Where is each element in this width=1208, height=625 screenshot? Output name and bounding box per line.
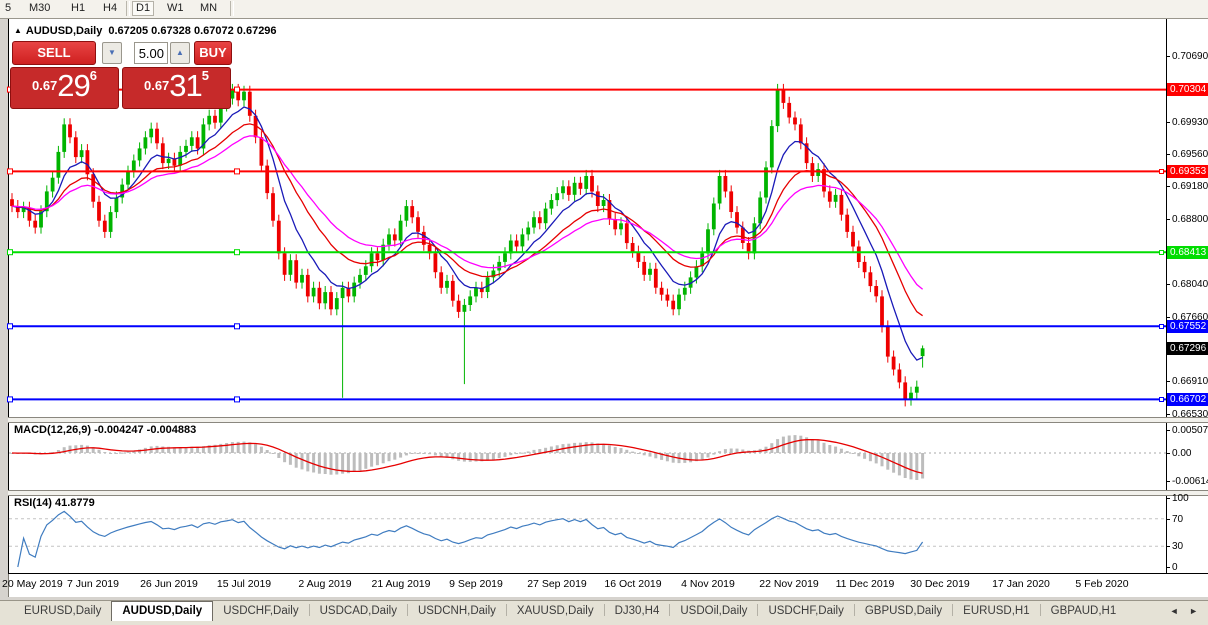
buy-price-big-digits: 31: [169, 68, 202, 103]
macd-axis-tick: 0.005076: [1172, 425, 1208, 436]
date-axis-label: 4 Nov 2019: [681, 578, 735, 590]
date-axis-label: 27 Sep 2019: [527, 578, 587, 590]
price-axis-tick-mark: [1166, 186, 1170, 187]
price-axis-tick: 0.70690: [1172, 51, 1208, 62]
price-axis-tick-mark: [1166, 154, 1170, 155]
price-axis-tick: 0.66910: [1172, 376, 1208, 387]
date-axis-label: 7 Jun 2019: [67, 578, 119, 590]
date-axis-label: 26 Jun 2019: [140, 578, 198, 590]
rsi-axis-tick: 70: [1172, 514, 1184, 525]
price-axis-tick-mark: [1166, 414, 1170, 415]
price-line-label-0.68413[interactable]: 0.68413: [1167, 246, 1208, 259]
rsi-axis-tick-mark: [1166, 546, 1170, 547]
date-axis-label: 15 Jul 2019: [216, 578, 272, 590]
line-axis-handle[interactable]: [1159, 397, 1164, 402]
price-axis-tick-mark: [1166, 381, 1170, 382]
line-axis-handle[interactable]: [1159, 250, 1164, 255]
buy-price-display[interactable]: 0.67315: [122, 67, 231, 109]
macd-axis-tick-mark: [1166, 430, 1170, 431]
sell-price-display[interactable]: 0.67296: [10, 67, 119, 109]
price-line-label-0.69353[interactable]: 0.69353: [1167, 165, 1208, 178]
chart-ohlc-values: 0.67205 0.67328 0.67072 0.67296: [108, 25, 277, 37]
macd-signal-line: [11, 438, 923, 474]
date-axis-label: 21 Aug 2019: [371, 578, 431, 590]
rsi-axis-tick: 100: [1172, 493, 1189, 504]
price-axis-tick: 0.69180: [1172, 181, 1208, 192]
rsi-axis-tick-mark: [1166, 567, 1170, 568]
rsi-indicator-label: RSI(14) 41.8779: [14, 497, 95, 509]
sell-price-pip: 6: [89, 68, 98, 83]
price-axis-tick: 0.68800: [1172, 214, 1208, 225]
price-axis-tick-mark: [1166, 56, 1170, 57]
sell-price-big-digits: 29: [57, 68, 90, 103]
date-axis-label: 17 Jan 2020: [992, 578, 1050, 590]
candles-layer: [10, 83, 925, 407]
macd-axis-tick: -0.006143: [1172, 476, 1208, 487]
price-axis-tick-mark: [1166, 219, 1170, 220]
date-axis-label: 20 May 2019: [2, 578, 63, 590]
price-axis-tick-mark: [1166, 284, 1170, 285]
date-axis-label: 30 Dec 2019: [910, 578, 970, 590]
rsi-axis-tick-mark: [1166, 519, 1170, 520]
buy-button[interactable]: BUY: [194, 41, 232, 65]
chart-title: ▲ AUDUSD,Daily 0.67205 0.67328 0.67072 0.6…: [14, 25, 277, 37]
current-price-label: 0.67296: [1167, 342, 1208, 355]
buy-price-prefix: 0.67: [143, 78, 170, 93]
price-line-label-0.66702[interactable]: 0.66702: [1167, 393, 1208, 406]
date-axis-label: 2 Aug 2019: [298, 578, 352, 590]
price-axis-tick-mark: [1166, 122, 1170, 123]
line-axis-handle[interactable]: [1159, 324, 1164, 329]
date-axis-label: 5 Feb 2020: [1075, 578, 1129, 590]
rsi-axis-tick-mark: [1166, 498, 1170, 499]
date-axis-label: 9 Sep 2019: [449, 578, 503, 590]
date-axis-label: 16 Oct 2019: [604, 578, 662, 590]
macd-axis-tick: 0.00: [1172, 448, 1192, 459]
volume-increase-button[interactable]: ▲: [170, 42, 190, 64]
chart-symbol-label: AUDUSD,Daily: [25, 25, 103, 37]
macd-indicator-label: MACD(12,26,9) -0.004247 -0.004883: [14, 424, 197, 436]
moving-average-8: [11, 106, 923, 361]
macd-histogram: [10, 435, 925, 480]
one-click-trading-toggle-icon[interactable]: ▲: [14, 26, 22, 35]
moving-average-26: [11, 135, 924, 290]
price-line-label-0.70304[interactable]: 0.70304: [1167, 83, 1208, 96]
one-click-trading-panel: SELL ▼ ▲ BUY 0.67296 0.67315: [10, 41, 232, 109]
volume-input[interactable]: [134, 42, 168, 64]
rsi-line: [17, 510, 924, 568]
price-axis-tick: 0.68040: [1172, 279, 1208, 290]
price-line-label-0.67552[interactable]: 0.67552: [1167, 320, 1208, 333]
volume-decrease-button[interactable]: ▼: [102, 42, 122, 64]
price-axis-tick: 0.66530: [1172, 409, 1208, 420]
price-axis-tick: 0.69560: [1172, 149, 1208, 160]
sell-price-prefix: 0.67: [31, 78, 58, 93]
macd-axis-tick-mark: [1166, 453, 1170, 454]
price-axis-tick-mark: [1166, 317, 1170, 318]
date-axis-label: 11 Dec 2019: [835, 578, 895, 590]
sell-button[interactable]: SELL: [12, 41, 96, 65]
rsi-axis-tick: 0: [1172, 562, 1178, 573]
line-axis-handle[interactable]: [1159, 169, 1164, 174]
date-axis-label: 22 Nov 2019: [759, 578, 819, 590]
macd-axis-tick-mark: [1166, 481, 1170, 482]
rsi-axis-tick: 30: [1172, 541, 1184, 552]
buy-price-pip: 5: [201, 68, 210, 83]
price-axis-tick: 0.69930: [1172, 117, 1208, 128]
